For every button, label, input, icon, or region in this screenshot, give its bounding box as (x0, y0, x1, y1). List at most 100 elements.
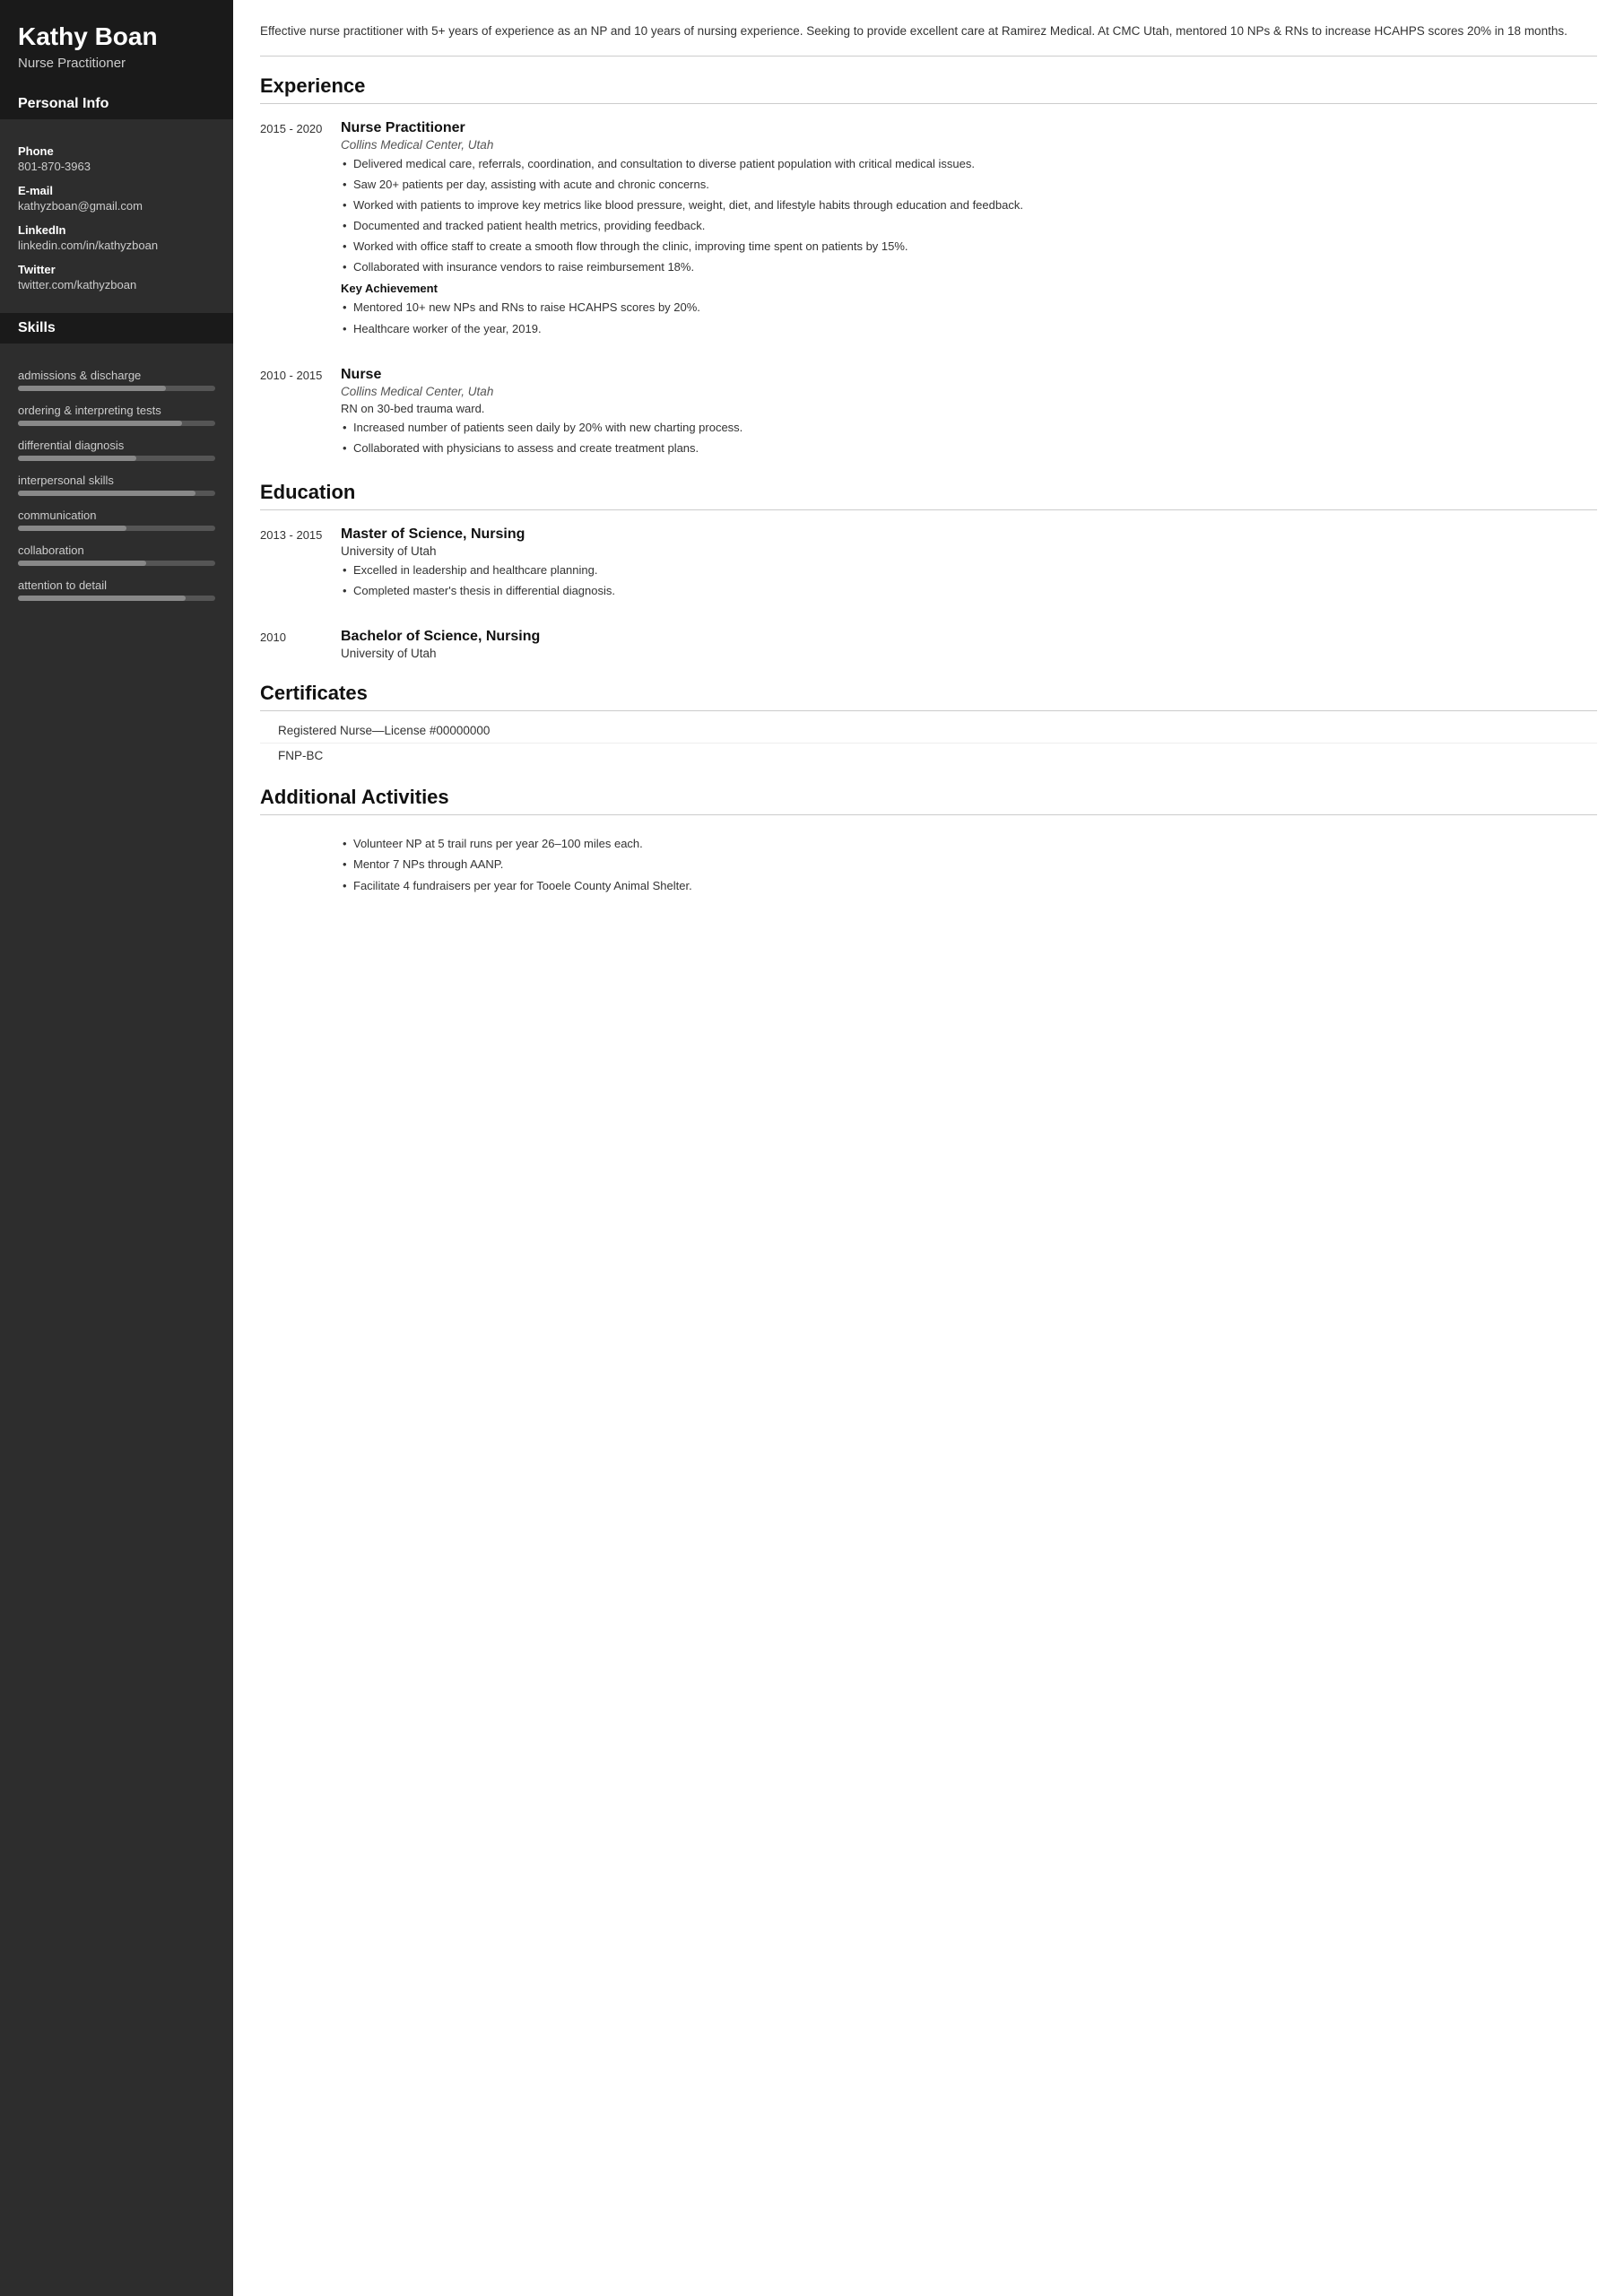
skill-name: differential diagnosis (18, 439, 215, 452)
skill-item: admissions & discharge (18, 369, 215, 391)
contact-value: twitter.com/kathyzboan (18, 278, 215, 291)
skill-bar-bg (18, 561, 215, 566)
contact-value: linkedin.com/in/kathyzboan (18, 239, 215, 252)
contact-label: E-mail (18, 184, 215, 197)
certificates-title: Certificates (260, 682, 1597, 711)
skill-bar-fill (18, 386, 166, 391)
contact-label: Phone (18, 144, 215, 158)
skill-bar-fill (18, 491, 195, 496)
skill-bar-fill (18, 526, 126, 531)
experience-title: Experience (260, 74, 1597, 104)
additional-date (260, 831, 341, 900)
skill-item: interpersonal skills (18, 474, 215, 496)
list-item: Documented and tracked patient health me… (341, 217, 1597, 235)
list-item: Healthcare worker of the year, 2019. (341, 320, 1597, 338)
skills-header: Skills (0, 313, 233, 344)
personal-info-header: Personal Info (0, 89, 233, 119)
skill-bar-bg (18, 526, 215, 531)
additional-content: Volunteer NP at 5 trail runs per year 26… (341, 831, 1597, 900)
personal-info-section: Phone 801-870-3963 E-mail kathyzboan@gmail.… (0, 130, 233, 313)
skill-bar-fill (18, 421, 182, 426)
contact-value: 801-870-3963 (18, 160, 215, 173)
experience-bullets: Increased number of patients seen daily … (341, 419, 1597, 457)
school-name: University of Utah (341, 544, 1597, 558)
entry-date: 2015 - 2020 (260, 120, 341, 344)
list-item: Volunteer NP at 5 trail runs per year 26… (341, 835, 1597, 853)
additional-bullets-list: Volunteer NP at 5 trail runs per year 26… (341, 835, 1597, 894)
list-item: Excelled in leadership and healthcare pl… (341, 561, 1597, 579)
company: Collins Medical Center, Utah (341, 385, 1597, 398)
sidebar-header: Kathy Boan Nurse Practitioner (0, 0, 233, 89)
list-item: Collaborated with physicians to assess a… (341, 439, 1597, 457)
certificate-item: FNP-BC (260, 744, 1597, 768)
education-entry: 2010 Bachelor of Science, Nursing Univer… (260, 620, 1597, 664)
experience-bullets: Delivered medical care, referrals, coord… (341, 155, 1597, 277)
skill-bar-bg (18, 421, 215, 426)
skill-name: ordering & interpreting tests (18, 404, 215, 417)
main-content: Effective nurse practitioner with 5+ yea… (233, 0, 1624, 2296)
entry-description: RN on 30-bed trauma ward. (341, 402, 1597, 415)
skill-bar-fill (18, 456, 136, 461)
school-name: University of Utah (341, 647, 1597, 660)
skills-section: admissions & discharge ordering & interp… (0, 354, 233, 624)
degree-title: Master of Science, Nursing (341, 526, 1597, 543)
list-item: Mentored 10+ new NPs and RNs to raise HC… (341, 299, 1597, 317)
list-item: Facilitate 4 fundraisers per year for To… (341, 877, 1597, 895)
experience-entry: 2010 - 2015 Nurse Collins Medical Center… (260, 358, 1597, 463)
list-item: Mentor 7 NPs through AANP. (341, 856, 1597, 874)
degree-title: Bachelor of Science, Nursing (341, 629, 1597, 645)
certificates-section: Certificates Registered Nurse—License #0… (260, 682, 1597, 768)
skill-item: attention to detail (18, 578, 215, 601)
skill-item: differential diagnosis (18, 439, 215, 461)
contact-item: Twitter twitter.com/kathyzboan (18, 263, 215, 291)
company: Collins Medical Center, Utah (341, 138, 1597, 152)
list-item: Saw 20+ patients per day, assisting with… (341, 176, 1597, 194)
entry-content: Master of Science, Nursing University of… (341, 526, 1597, 605)
list-item: Collaborated with insurance vendors to r… (341, 258, 1597, 276)
entry-content: Bachelor of Science, Nursing University … (341, 629, 1597, 664)
contact-item: LinkedIn linkedin.com/in/kathyzboan (18, 223, 215, 252)
experience-section: Experience 2015 - 2020 Nurse Practitione… (260, 74, 1597, 463)
education-section: Education 2013 - 2015 Master of Science,… (260, 481, 1597, 664)
list-item: Increased number of patients seen daily … (341, 419, 1597, 437)
entry-date: 2010 - 2015 (260, 367, 341, 463)
key-achievement-label: Key Achievement (341, 282, 1597, 295)
skill-bar-fill (18, 596, 186, 601)
additional-title: Additional Activities (260, 786, 1597, 815)
additional-entry: Volunteer NP at 5 trail runs per year 26… (260, 822, 1597, 900)
skill-bar-bg (18, 596, 215, 601)
skill-bar-fill (18, 561, 146, 566)
candidate-name: Kathy Boan (18, 22, 215, 52)
contact-item: E-mail kathyzboan@gmail.com (18, 184, 215, 213)
experience-entry: 2015 - 2020 Nurse Practitioner Collins M… (260, 111, 1597, 344)
list-item: Delivered medical care, referrals, coord… (341, 155, 1597, 173)
candidate-title: Nurse Practitioner (18, 56, 215, 71)
skill-bar-bg (18, 386, 215, 391)
skill-name: communication (18, 509, 215, 522)
contact-item: Phone 801-870-3963 (18, 144, 215, 173)
contact-value: kathyzboan@gmail.com (18, 199, 215, 213)
summary: Effective nurse practitioner with 5+ yea… (260, 22, 1597, 57)
skill-name: admissions & discharge (18, 369, 215, 382)
sidebar: Kathy Boan Nurse Practitioner Personal I… (0, 0, 233, 2296)
contact-label: LinkedIn (18, 223, 215, 237)
list-item: Completed master's thesis in differentia… (341, 582, 1597, 600)
list-item: Worked with patients to improve key metr… (341, 196, 1597, 214)
skill-item: ordering & interpreting tests (18, 404, 215, 426)
job-title: Nurse (341, 367, 1597, 383)
entry-content: Nurse Collins Medical Center, Utah RN on… (341, 367, 1597, 463)
entry-content: Nurse Practitioner Collins Medical Cente… (341, 120, 1597, 344)
certificate-item: Registered Nurse—License #00000000 (260, 718, 1597, 744)
entry-date: 2013 - 2015 (260, 526, 341, 605)
skill-name: collaboration (18, 544, 215, 557)
list-item: Worked with office staff to create a smo… (341, 238, 1597, 256)
skill-bar-bg (18, 491, 215, 496)
key-achievement-bullets: Mentored 10+ new NPs and RNs to raise HC… (341, 299, 1597, 337)
entry-date: 2010 (260, 629, 341, 664)
skill-item: collaboration (18, 544, 215, 566)
education-bullets: Excelled in leadership and healthcare pl… (341, 561, 1597, 600)
contact-label: Twitter (18, 263, 215, 276)
skill-name: attention to detail (18, 578, 215, 592)
job-title: Nurse Practitioner (341, 120, 1597, 136)
education-title: Education (260, 481, 1597, 510)
